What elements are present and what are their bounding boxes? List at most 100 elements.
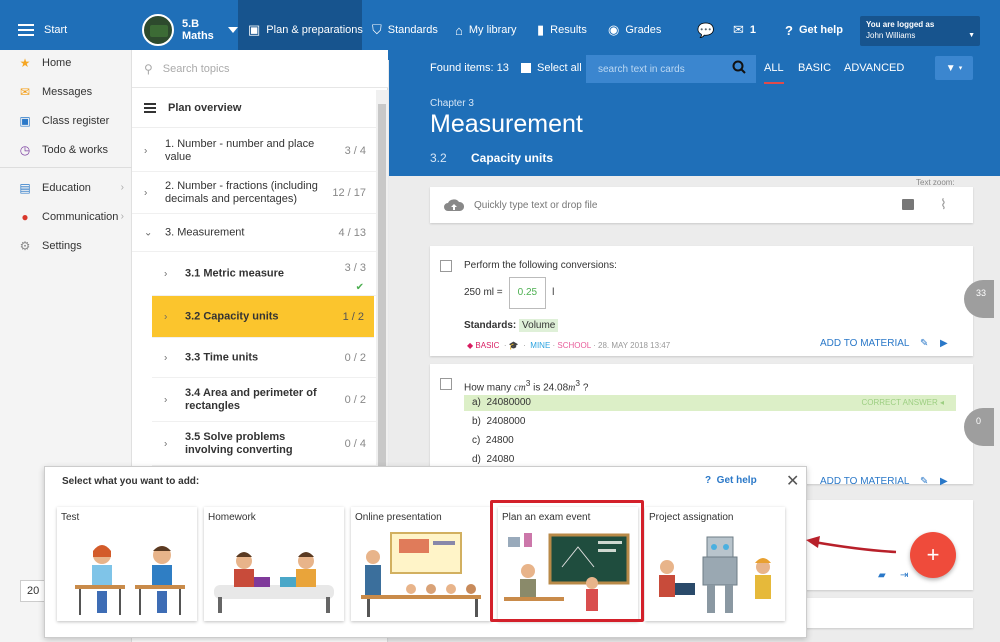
side-counter-badge[interactable]: 33: [964, 280, 994, 318]
owner-mine: MINE: [530, 341, 551, 350]
topic-count: 1 / 2: [342, 310, 364, 323]
option-project-assignation[interactable]: Project assignation: [645, 507, 785, 621]
topic-search[interactable]: ⚲ Search topics: [132, 50, 388, 88]
option-test[interactable]: Test: [57, 507, 197, 621]
question-prefix: How many: [464, 382, 512, 394]
start-label: Start: [44, 24, 68, 36]
grades-icon: ◉: [608, 22, 620, 37]
standard-tag[interactable]: Volume: [519, 319, 559, 332]
text-zoom-label: Text zoom:: [916, 178, 955, 187]
import-icon[interactable]: ⇥: [900, 570, 908, 581]
pencil-icon[interactable]: ✎: [920, 476, 928, 487]
side-counter-badge[interactable]: 0: [964, 408, 994, 446]
register-icon: ▣: [19, 114, 31, 128]
filter-basic[interactable]: BASIC: [798, 62, 831, 74]
user-caption: You are logged as: [866, 20, 935, 29]
sidebar-item-label: Todo & works: [42, 144, 109, 156]
list-icon: [144, 102, 156, 113]
option-label: Online presentation: [355, 512, 442, 523]
paperclip-icon[interactable]: ⌇: [940, 196, 947, 213]
card-meta: ◆ BASIC · 🎓 · MINE · SCHOOL · 28. MAY 20…: [467, 341, 671, 350]
page-title: Measurement: [430, 110, 583, 138]
folder-icon[interactable]: ▰: [878, 570, 886, 581]
chevron-right-icon: ›: [144, 145, 148, 156]
chevron-right-icon: ›: [164, 352, 168, 363]
user-menu[interactable]: You are logged as John Williams ▼: [860, 16, 980, 46]
topic-label: 3.1 Metric measure: [185, 267, 285, 279]
card-search-input[interactable]: search text in cards: [586, 55, 756, 83]
subtopic-item[interactable]: › 3.3 Time units 0 / 2: [152, 338, 376, 378]
envelope-icon: ✉: [19, 85, 31, 99]
quick-input[interactable]: Quickly type text or drop file ⌇: [430, 187, 973, 223]
play-icon[interactable]: ▶: [940, 338, 948, 349]
subtopic-item-active[interactable]: › 3.2 Capacity units 1 / 2: [152, 296, 374, 338]
option-homework[interactable]: Homework: [204, 507, 344, 621]
topic-item[interactable]: ⌄ 3. Measurement 4 / 13: [132, 214, 376, 252]
cloud-upload-icon: [444, 199, 464, 211]
project-illustration: [659, 536, 771, 613]
filter-dropdown-button[interactable]: ▼ ▾: [935, 56, 973, 80]
sidebar-divider: [0, 167, 132, 168]
topics-scrollbar-thumb[interactable]: [378, 104, 386, 504]
sidebar-item-education[interactable]: ▤ Education ›: [0, 175, 132, 201]
library-icon: ⌂: [455, 22, 463, 38]
chevron-right-icon: ›: [164, 311, 168, 322]
subtopic-item[interactable]: › 3.1 Metric measure 3 / 3 ✔: [152, 252, 376, 296]
topic-item[interactable]: › 1. Number - number and place value 3 /…: [132, 130, 376, 172]
sidebar-item-label: Class register: [42, 115, 110, 127]
topic-item[interactable]: › 2. Number - fractions (including decim…: [132, 172, 376, 214]
topic-label: 3.5 Solve problems involving converting: [185, 430, 293, 456]
close-icon[interactable]: ✕: [786, 471, 799, 491]
card-checkbox[interactable]: [440, 378, 452, 390]
sidebar-item-home[interactable]: ★ Home: [0, 50, 132, 76]
chevron-right-icon: ›: [120, 211, 124, 222]
question-text: Perform the following conversions:: [464, 260, 617, 271]
filter-all[interactable]: ALL: [764, 62, 784, 84]
add-fab-button[interactable]: +: [910, 532, 956, 578]
sidebar-item-class-register[interactable]: ▣ Class register: [0, 108, 132, 134]
envelope-icon: ✉: [733, 22, 744, 37]
question-card[interactable]: Perform the following conversions: 250 m…: [430, 246, 973, 356]
filter-advanced[interactable]: ADVANCED: [844, 62, 904, 74]
card-checkbox[interactable]: [440, 260, 452, 272]
sidebar-item-label: Home: [42, 57, 72, 69]
plan-overview[interactable]: Plan overview: [132, 88, 376, 128]
topic-search-placeholder: Search topics: [162, 62, 230, 75]
nav-label: My library: [468, 24, 517, 36]
check-icon: ✔: [355, 282, 364, 293]
sidebar-item-messages[interactable]: ✉ Messages: [0, 79, 132, 105]
search-icon[interactable]: [732, 60, 746, 74]
topic-count: 4 / 13: [338, 226, 366, 239]
option-value: 24080: [486, 454, 515, 465]
chat-icon: ●: [21, 210, 29, 224]
image-icon[interactable]: [902, 199, 914, 210]
select-all-checkbox[interactable]: Select all: [521, 62, 582, 74]
chevron-right-icon: ›: [120, 182, 124, 193]
add-to-material-button[interactable]: ADD TO MATERIAL: [820, 476, 909, 487]
pencil-icon[interactable]: ✎: [920, 338, 928, 349]
subtopic-item[interactable]: › 3.4 Area and perimeter of rectangles 0…: [152, 378, 376, 422]
subchapter-number: 3.2: [430, 151, 447, 165]
funnel-icon: ▼: [945, 62, 956, 74]
option-label: Project assignation: [649, 512, 734, 523]
subtopic-item[interactable]: › 3.5 Solve problems involving convertin…: [152, 422, 376, 466]
sidebar-item-todo[interactable]: ◷ Todo & works: [0, 137, 132, 163]
answer-option[interactable]: b) 2408000: [464, 414, 956, 430]
class-avatar: [142, 14, 174, 46]
answer-option[interactable]: c) 24800: [464, 433, 956, 449]
topic-count: 3 / 4: [344, 144, 366, 157]
topic-label: 3.2 Capacity units: [185, 310, 279, 322]
homework-illustration: [214, 552, 334, 613]
sheet-help-button[interactable]: ? Get help: [705, 475, 757, 486]
sidebar-item-settings[interactable]: ⚙ Settings: [0, 233, 132, 259]
option-online-presentation[interactable]: Online presentation: [351, 507, 491, 621]
play-icon[interactable]: ▶: [940, 476, 948, 487]
add-to-material-button[interactable]: ADD TO MATERIAL: [820, 338, 909, 349]
chapter-label: Chapter 3: [430, 98, 474, 109]
sidebar-item-label: Settings: [42, 240, 82, 252]
chevron-right-icon: ›: [164, 394, 168, 405]
plus-icon: +: [926, 542, 940, 567]
answer-option[interactable]: a) 24080000 CORRECT ANSWER ◂: [464, 395, 956, 411]
sidebar-item-communication[interactable]: ● Communication ›: [0, 204, 132, 230]
sidebar-item-label: Education: [42, 182, 91, 194]
